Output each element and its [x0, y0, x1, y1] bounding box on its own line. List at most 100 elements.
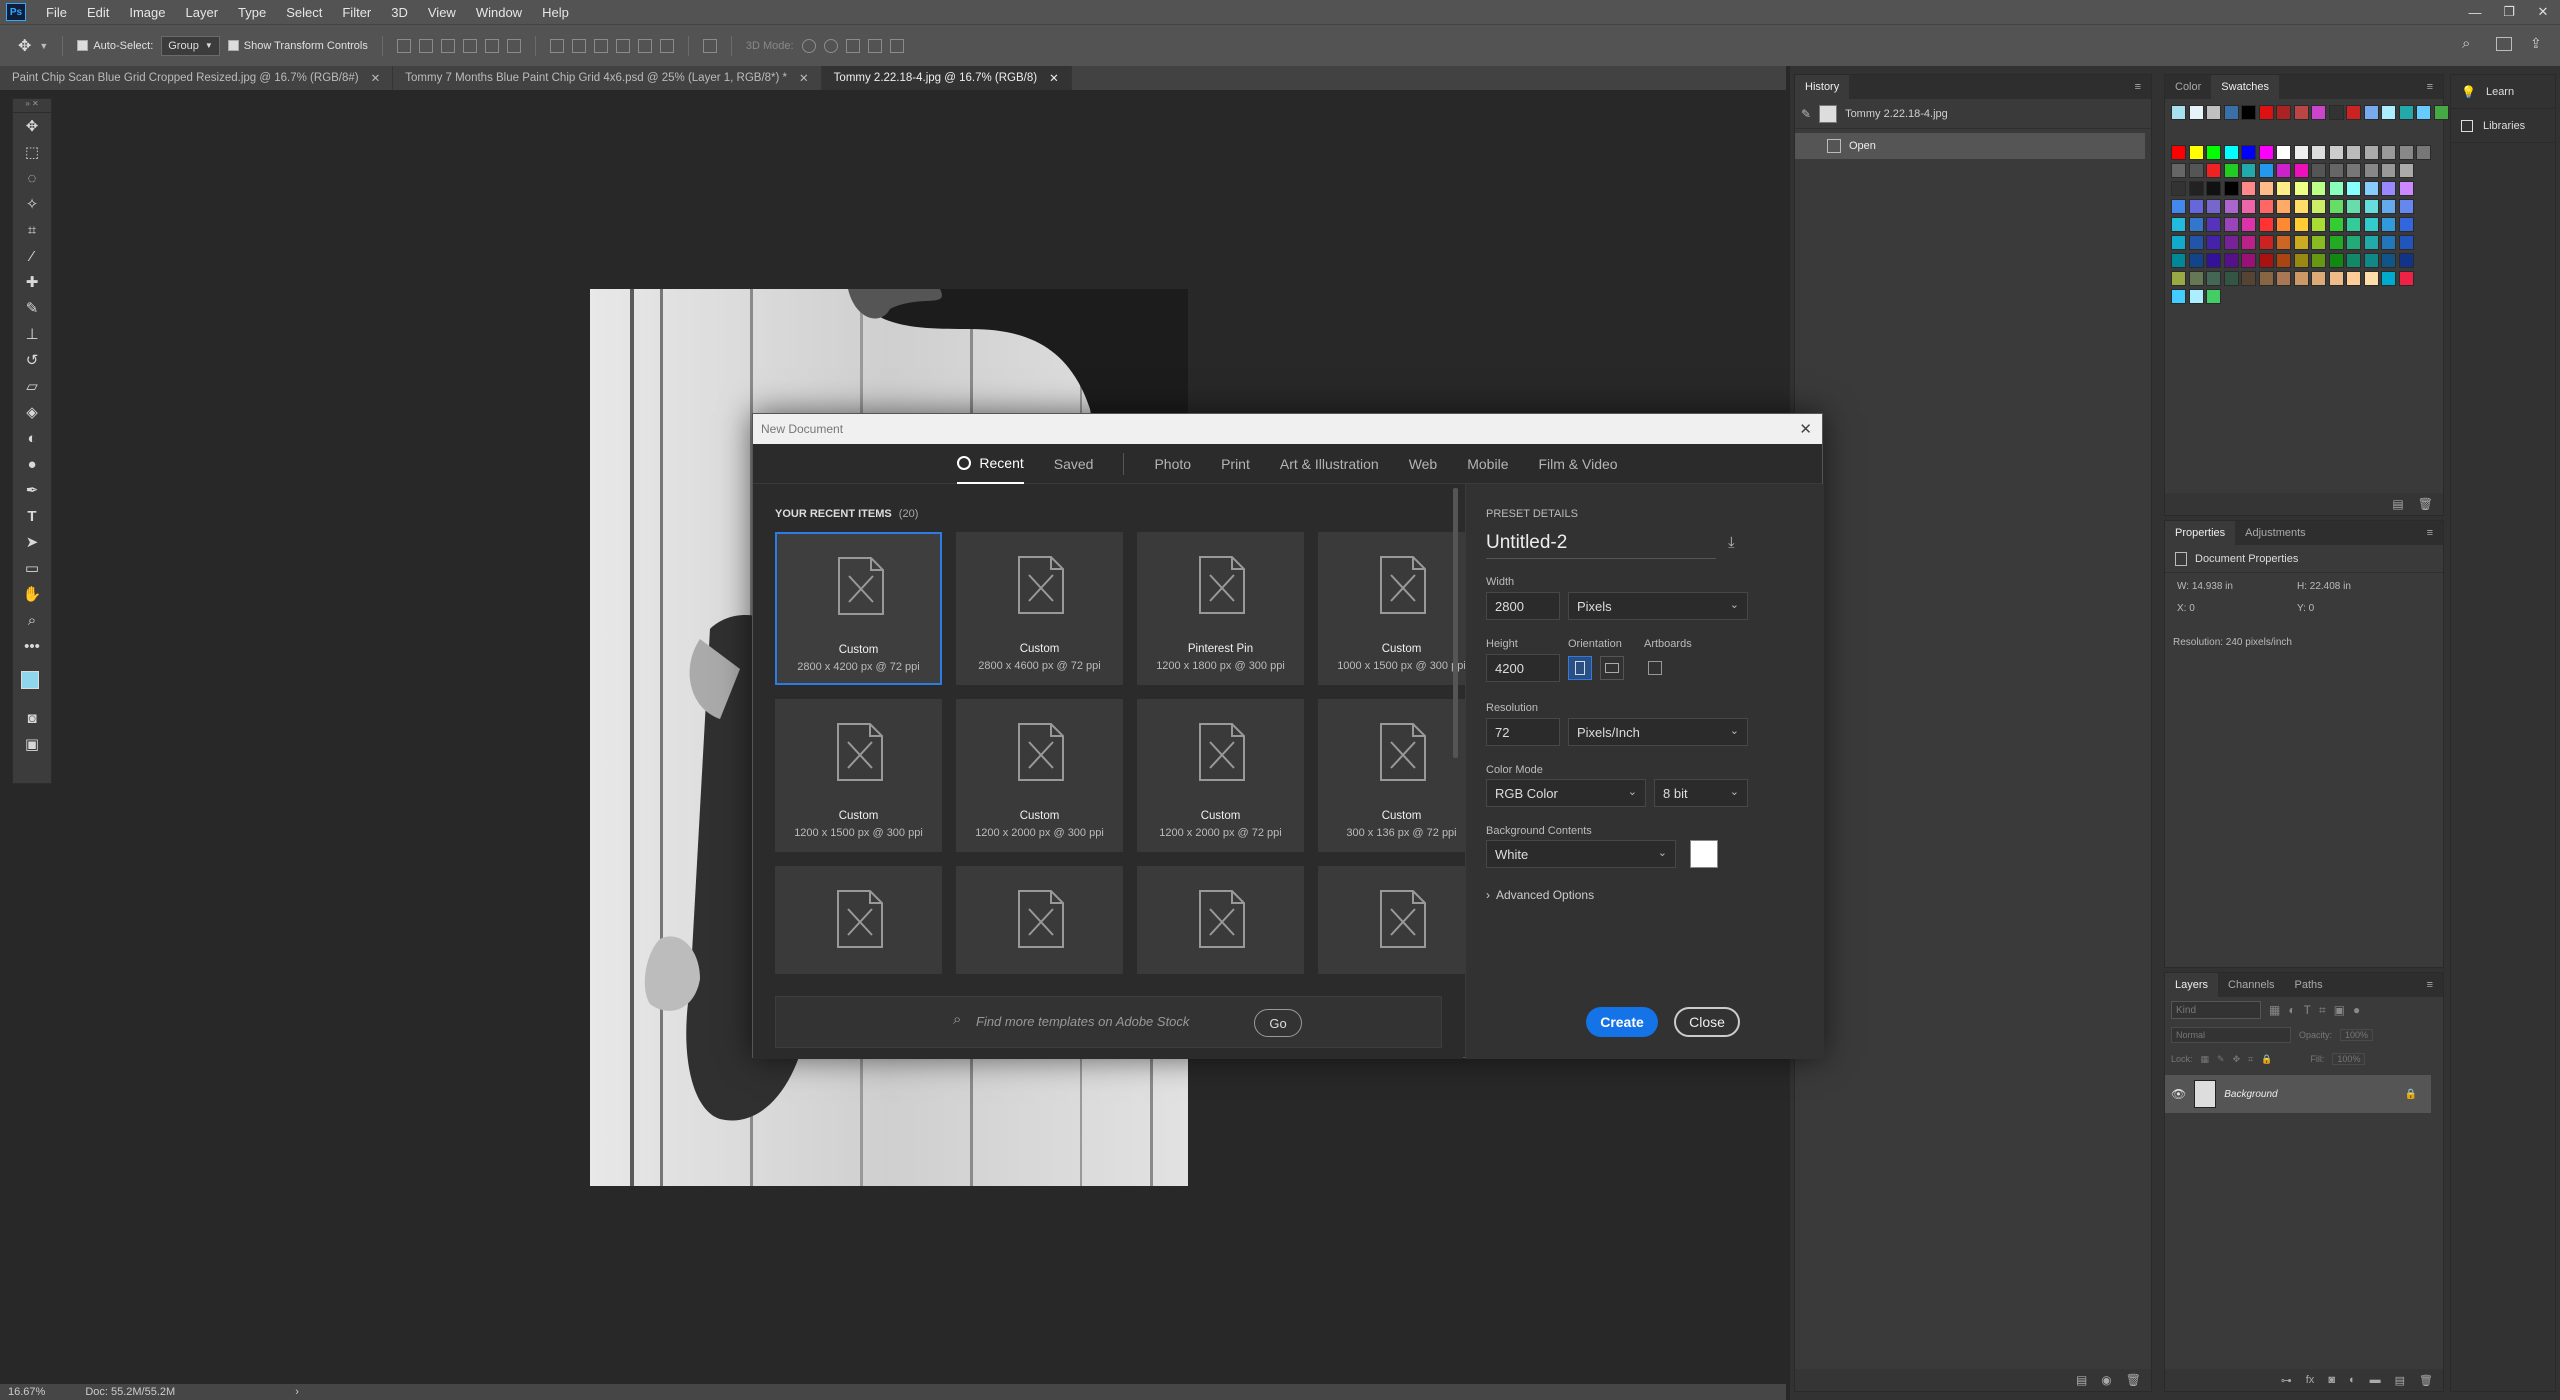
- libraries-button[interactable]: Libraries: [2451, 109, 2555, 143]
- menu-help[interactable]: Help: [532, 5, 579, 20]
- color-swatch[interactable]: [2398, 105, 2414, 120]
- color-swatch[interactable]: [2206, 199, 2221, 214]
- menu-type[interactable]: Type: [228, 5, 276, 20]
- color-swatch[interactable]: [2346, 181, 2361, 196]
- color-swatch[interactable]: [2206, 105, 2221, 120]
- color-swatch[interactable]: [2381, 181, 2396, 196]
- auto-select-checkbox[interactable]: Auto-Select:: [77, 40, 153, 52]
- color-swatch[interactable]: [2381, 199, 2396, 214]
- color-swatch[interactable]: [2328, 235, 2344, 250]
- scrollbar[interactable]: [1453, 488, 1458, 758]
- color-swatch[interactable]: [2258, 145, 2274, 160]
- search-icon[interactable]: ⌕: [2462, 35, 2470, 52]
- artboards-checkbox[interactable]: [1648, 661, 1662, 675]
- preset-card[interactable]: [1318, 866, 1485, 974]
- filter-shape-icon[interactable]: ⌗: [2319, 1003, 2326, 1018]
- color-swatch[interactable]: [2223, 181, 2239, 196]
- color-swatch[interactable]: [2188, 163, 2204, 178]
- preset-card[interactable]: [956, 866, 1123, 974]
- align-top-icon[interactable]: [396, 38, 411, 53]
- panel-menu-icon[interactable]: ≡: [2417, 521, 2443, 545]
- show-transform-checkbox[interactable]: Show Transform Controls: [227, 40, 368, 52]
- color-swatch[interactable]: [2328, 181, 2344, 196]
- lasso-tool-icon[interactable]: ◌: [13, 165, 51, 191]
- go-button[interactable]: Go: [1254, 1009, 1302, 1037]
- color-swatch[interactable]: [2311, 105, 2326, 120]
- color-swatch[interactable]: [2206, 235, 2221, 250]
- color-swatch[interactable]: [2171, 271, 2186, 286]
- color-swatch[interactable]: [2311, 253, 2326, 268]
- tab-photo[interactable]: Photo: [1154, 444, 1191, 484]
- color-swatch[interactable]: [2188, 217, 2204, 232]
- color-swatch[interactable]: [2311, 271, 2326, 286]
- tab-swatches[interactable]: Swatches: [2211, 75, 2279, 99]
- color-swatch[interactable]: [2241, 217, 2256, 232]
- rectangle-tool-icon[interactable]: ▭: [13, 555, 51, 581]
- lock-image-icon[interactable]: ✎: [2217, 1054, 2225, 1065]
- tab-color[interactable]: Color: [2165, 75, 2211, 99]
- color-swatch[interactable]: [2206, 253, 2221, 268]
- color-swatch[interactable]: [2311, 217, 2326, 232]
- healing-brush-tool-icon[interactable]: ✚: [13, 269, 51, 295]
- color-swatch[interactable]: [2363, 253, 2379, 268]
- width-unit-dropdown[interactable]: Pixels ⌄: [1568, 592, 1748, 620]
- blur-tool-icon[interactable]: ◐: [13, 425, 51, 451]
- color-swatch[interactable]: [2171, 181, 2186, 196]
- doc-y-value[interactable]: Y: 0: [2297, 603, 2314, 614]
- delete-icon[interactable]: 🗑: [2418, 497, 2433, 511]
- color-mode-dropdown[interactable]: RGB Color ⌄: [1486, 779, 1646, 807]
- tool-preset-chevron-icon[interactable]: ▼: [39, 41, 48, 51]
- color-swatch[interactable]: [2398, 235, 2414, 250]
- color-swatch[interactable]: [2346, 235, 2361, 250]
- color-swatch[interactable]: [2311, 199, 2326, 214]
- layer-row-background[interactable]: 👁 Background 🔒: [2165, 1075, 2431, 1113]
- color-swatch[interactable]: [2171, 235, 2186, 250]
- color-swatch[interactable]: [2381, 105, 2396, 120]
- roll-3d-icon[interactable]: [823, 38, 838, 53]
- clone-stamp-tool-icon[interactable]: ⊥: [13, 321, 51, 347]
- distribute-hcenter-icon[interactable]: [637, 38, 652, 53]
- menu-layer[interactable]: Layer: [176, 5, 229, 20]
- color-swatch[interactable]: [2346, 199, 2361, 214]
- opacity-value[interactable]: 100%: [2340, 1029, 2374, 1041]
- color-swatch[interactable]: [2188, 271, 2204, 286]
- color-swatch[interactable]: [2398, 217, 2414, 232]
- doc-x-value[interactable]: X: 0: [2177, 603, 2195, 614]
- close-icon[interactable]: ✕: [1049, 71, 1059, 85]
- workspace-icon[interactable]: [2496, 37, 2512, 51]
- color-swatch[interactable]: [2311, 163, 2326, 178]
- create-button[interactable]: Create: [1586, 1007, 1658, 1037]
- color-swatch[interactable]: [2276, 163, 2291, 178]
- color-swatch[interactable]: [2416, 145, 2431, 160]
- color-swatch[interactable]: [2363, 105, 2379, 120]
- background-contents-dropdown[interactable]: White ⌄: [1486, 840, 1676, 868]
- color-swatch[interactable]: [2171, 105, 2186, 120]
- orbit-3d-icon[interactable]: [801, 38, 816, 53]
- color-swatch[interactable]: [2171, 163, 2186, 178]
- color-swatch[interactable]: [2398, 163, 2414, 178]
- filter-adjustment-icon[interactable]: ◐: [2288, 1003, 2295, 1017]
- close-button[interactable]: Close: [1674, 1007, 1740, 1037]
- color-swatch[interactable]: [2258, 105, 2274, 120]
- history-step-open[interactable]: Open: [1795, 133, 2145, 159]
- color-swatch[interactable]: [2171, 199, 2186, 214]
- lock-all-icon[interactable]: 🔒: [2261, 1054, 2272, 1065]
- more-tools-icon[interactable]: •••: [13, 633, 51, 659]
- color-swatch[interactable]: [2328, 253, 2344, 268]
- color-swatch[interactable]: [2258, 271, 2274, 286]
- eraser-tool-icon[interactable]: ▱: [13, 373, 51, 399]
- close-icon[interactable]: ✕: [1799, 420, 1812, 438]
- doc-tab-tommy-2-22-18[interactable]: Tommy 2.22.18-4.jpg @ 16.7% (RGB/8) ✕: [821, 66, 1072, 90]
- doc-tab-paint-chip-scan[interactable]: Paint Chip Scan Blue Grid Cropped Resize…: [0, 66, 394, 90]
- panel-menu-icon[interactable]: ≡: [2417, 75, 2443, 99]
- color-swatch[interactable]: [2188, 145, 2204, 160]
- color-swatch[interactable]: [2171, 145, 2186, 160]
- color-swatch[interactable]: [2363, 271, 2379, 286]
- color-swatch[interactable]: [2241, 199, 2256, 214]
- eyedropper-tool-icon[interactable]: ⁄: [13, 243, 51, 269]
- color-swatch[interactable]: [2346, 253, 2361, 268]
- color-swatch[interactable]: [2258, 235, 2274, 250]
- color-swatch[interactable]: [2363, 235, 2379, 250]
- new-swatch-icon[interactable]: ▤: [2392, 497, 2403, 511]
- color-swatch[interactable]: [2223, 145, 2239, 160]
